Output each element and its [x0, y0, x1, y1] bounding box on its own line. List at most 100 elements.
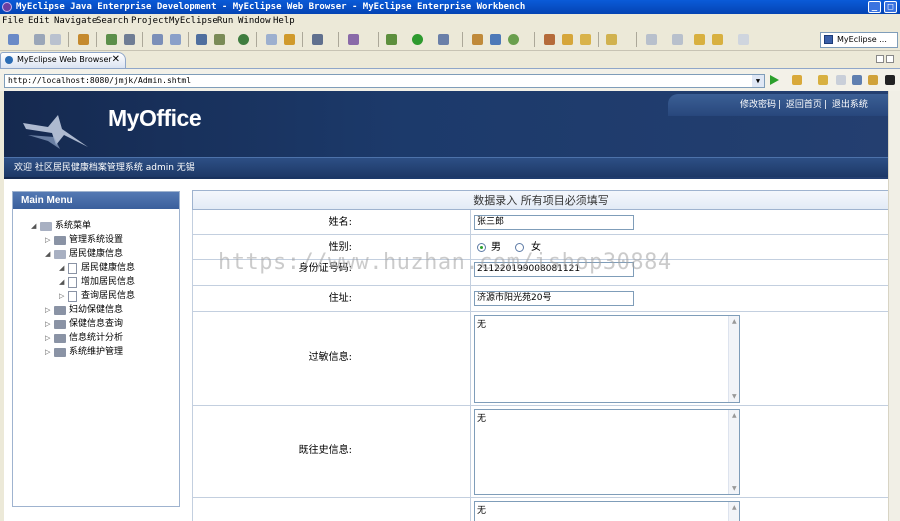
deploy-icon[interactable] — [152, 34, 163, 45]
palette-icon[interactable] — [348, 34, 359, 45]
view-window-controls — [874, 55, 896, 64]
paste-icon[interactable] — [284, 34, 295, 45]
web-project-icon[interactable] — [196, 34, 207, 45]
extra-textarea[interactable]: 无 ▲ — [474, 501, 740, 521]
collapsed-arrow-icon: ▷ — [45, 236, 51, 244]
form-row-history: 既往史信息: 无 ▲ ▼ — [192, 406, 890, 498]
collapsed-arrow-icon: ▷ — [59, 292, 65, 300]
open-resource-icon[interactable] — [562, 34, 573, 45]
main-toolbar: MyEclipse ... — [0, 29, 900, 51]
url-input[interactable]: http://localhost:8080/jmjk/Admin.shtml ▼ — [4, 74, 765, 88]
collapsed-arrow-icon: ▷ — [45, 348, 51, 356]
perspective-icon — [824, 35, 833, 44]
save-icon[interactable] — [34, 34, 45, 45]
history-textarea[interactable]: 无 ▲ ▼ — [474, 409, 740, 495]
document-icon — [68, 263, 77, 274]
stop-icon[interactable] — [852, 75, 862, 85]
new-package-icon[interactable] — [508, 34, 519, 45]
external-tools-icon[interactable] — [438, 34, 449, 45]
debug-icon[interactable] — [106, 34, 117, 45]
print-icon[interactable] — [50, 34, 61, 45]
tab-close-button[interactable]: ✕ — [112, 53, 120, 67]
refresh-icon[interactable] — [868, 75, 878, 85]
collapsed-arrow-icon: ▷ — [45, 334, 51, 342]
back-icon[interactable] — [712, 34, 723, 45]
expanded-arrow-icon: ◢ — [31, 222, 37, 230]
menu-run[interactable]: Run — [217, 14, 233, 29]
history-scrollbar[interactable]: ▲ ▼ — [728, 410, 739, 494]
window-title-bar: MyEclipse Java Enterprise Development - … — [0, 0, 900, 14]
copy-icon[interactable] — [266, 34, 277, 45]
form-row-address: 住址: 济源市阳光苑20号 — [192, 286, 890, 312]
window-icon[interactable] — [312, 34, 323, 45]
name-input[interactable]: 张三郎 — [474, 215, 634, 230]
url-history-dropdown-icon[interactable]: ▼ — [752, 75, 764, 87]
allergy-scrollbar[interactable]: ▲ ▼ — [728, 316, 739, 402]
home-link[interactable]: 返回首页 — [786, 100, 822, 110]
allergy-textarea[interactable]: 无 ▲ ▼ — [474, 315, 740, 403]
change-password-link[interactable]: 修改密码 — [740, 100, 776, 110]
name-label: 姓名: — [193, 210, 471, 234]
browser-menu-icon[interactable] — [885, 75, 895, 85]
bug-icon[interactable] — [386, 34, 397, 45]
page-scrollbar[interactable] — [888, 91, 900, 521]
search-folder-icon[interactable] — [606, 34, 617, 45]
folder-icon — [54, 334, 66, 343]
editor-tab-row: MyEclipse Web Browser ✕ — [0, 52, 900, 68]
expanded-arrow-icon: ◢ — [59, 278, 65, 286]
package-icon[interactable] — [78, 34, 89, 45]
forward-icon[interactable] — [738, 34, 749, 45]
folder-open-icon — [40, 222, 52, 231]
last-edit-icon[interactable] — [694, 34, 705, 45]
form-title: 数据录入 所有项目必须填写 — [192, 190, 890, 210]
form-row-name: 姓名: 张三郎 — [192, 210, 890, 235]
address-input[interactable]: 济源市阳光苑20号 — [474, 291, 634, 306]
view-maximize-icon[interactable] — [886, 55, 894, 63]
next-annotation-icon[interactable] — [646, 34, 657, 45]
redeploy-icon[interactable] — [170, 34, 181, 45]
menu-window[interactable]: Window — [238, 14, 271, 29]
menu-navigate[interactable]: Navigate — [54, 14, 97, 29]
document-icon — [68, 277, 77, 288]
history-label: 既往史信息: — [193, 406, 471, 497]
folder-open-icon — [54, 250, 66, 259]
browser-forward-icon[interactable] — [836, 75, 846, 85]
favorites-icon[interactable] — [792, 75, 802, 85]
data-entry-form: 数据录入 所有项目必须填写 姓名: 张三郎 性别: 男 女 身份证号码: 211… — [192, 190, 890, 521]
minimize-button[interactable]: _ — [868, 1, 881, 13]
logout-link[interactable]: 退出系统 — [832, 100, 868, 110]
menu-edit[interactable]: Edit — [28, 14, 50, 29]
folder-icon — [54, 348, 66, 357]
menu-search[interactable]: Search — [96, 14, 129, 29]
browser-back-icon[interactable] — [818, 75, 828, 85]
open-type-icon[interactable] — [544, 34, 555, 45]
folder-icon — [54, 236, 66, 245]
tab-label: MyEclipse Web Browser — [17, 55, 112, 64]
new-icon[interactable] — [8, 34, 19, 45]
window-title: MyEclipse Java Enterprise Development - … — [16, 2, 526, 12]
tools-icon[interactable] — [214, 34, 225, 45]
new-class-icon[interactable] — [472, 34, 483, 45]
sidebar-menu: Main Menu ◢ 系统菜单 ▷ 管理系统设置 ◢ 居民健康信息 ◢ 居民健… — [12, 191, 180, 507]
perspective-switcher[interactable]: MyEclipse ... — [820, 32, 898, 48]
maximize-button[interactable]: □ — [884, 1, 897, 13]
server-icon[interactable] — [124, 34, 135, 45]
run-icon[interactable] — [412, 34, 423, 45]
menu-file[interactable]: File — [2, 14, 24, 29]
menu-project[interactable]: Project — [131, 14, 169, 29]
folder-icon — [54, 320, 66, 329]
globe-icon[interactable] — [238, 34, 249, 45]
web-page: MyOffice 修改密码 | 返回首页 | 退出系统 欢迎 社区居民健康档案管理系… — [4, 91, 896, 521]
new-interface-icon[interactable] — [490, 34, 501, 45]
extra-scrollbar[interactable]: ▲ — [728, 502, 739, 521]
bird-logo-icon — [23, 115, 88, 149]
menu-help[interactable]: Help — [273, 14, 295, 29]
folder-icon[interactable] — [580, 34, 591, 45]
go-arrow-icon[interactable] — [770, 75, 779, 85]
tab-myeclipse-web-browser[interactable]: MyEclipse Web Browser ✕ — [0, 52, 126, 68]
document-icon — [68, 291, 77, 302]
view-minimize-icon[interactable] — [876, 55, 884, 63]
prev-annotation-icon[interactable] — [672, 34, 683, 45]
browser-address-bar: http://localhost:8080/jmjk/Admin.shtml ▼ — [0, 68, 900, 91]
menu-myeclipse[interactable]: MyEclipse — [169, 14, 218, 29]
